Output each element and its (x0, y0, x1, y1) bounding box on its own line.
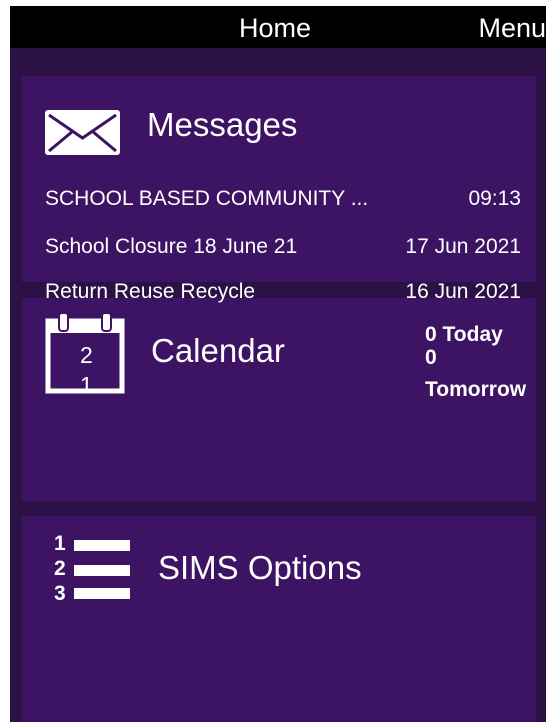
calendar-title: Calendar (151, 332, 285, 369)
today-count-line: 0 Today (425, 323, 526, 346)
top-bar: Home Menu (10, 6, 546, 48)
calendar-tile[interactable]: 21 Calendar 0 Today 0 Tomorrow (22, 298, 536, 501)
envelope-icon (45, 110, 120, 155)
calendar-icon-day: 21 (80, 342, 93, 398)
sims-options-tile[interactable]: 1 2 3 SIMS Options (22, 516, 536, 722)
message-date: 17 Jun 2021 (405, 235, 521, 258)
menu-button[interactable]: Menu (478, 13, 546, 44)
message-subject: SCHOOL BASED COMMUNITY ... (45, 187, 369, 210)
messages-tile[interactable]: Messages SCHOOL BASED COMMUNITY ... 09:1… (22, 76, 536, 282)
calendar-counts: 0 Today 0 Tomorrow (425, 323, 526, 401)
page-title: Home (239, 13, 312, 43)
message-date: 09:13 (468, 187, 521, 210)
message-subject: Return Reuse Recycle (45, 280, 256, 303)
app-screen: Home Menu Messages SCHOOL BASED COMMUNIT… (10, 6, 546, 722)
svg-text:3: 3 (54, 582, 66, 602)
messages-title: Messages (147, 106, 298, 143)
numbered-list-icon: 1 2 3 (54, 532, 130, 602)
sims-options-title: SIMS Options (158, 549, 362, 586)
message-date: 16 Jun 2021 (405, 280, 521, 303)
today-count: 0 (425, 323, 437, 346)
tomorrow-label: Tomorrow (425, 378, 527, 401)
today-label: Today (442, 323, 503, 346)
svg-text:1: 1 (54, 532, 66, 555)
tomorrow-count: 0 (425, 346, 437, 369)
svg-text:2: 2 (54, 557, 66, 580)
message-subject: School Closure 18 June 21 (45, 235, 298, 258)
